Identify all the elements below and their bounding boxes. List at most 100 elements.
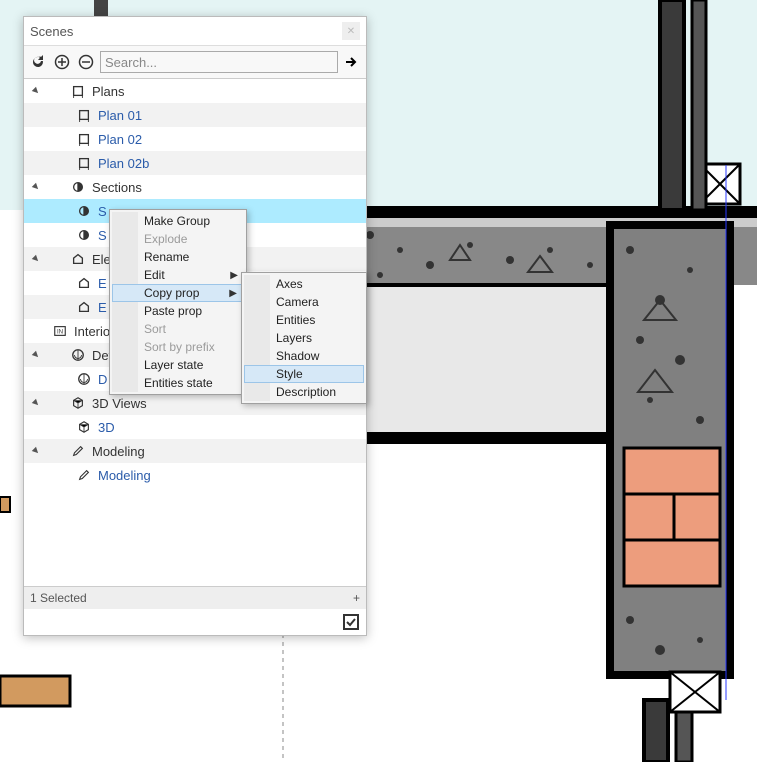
menu-item-explode: Explode bbox=[112, 230, 244, 248]
menu-item-label: Layers bbox=[276, 331, 312, 345]
apply-icon[interactable] bbox=[342, 613, 360, 631]
menu-item-label: Entities bbox=[276, 313, 315, 327]
menu-item-label: Rename bbox=[144, 250, 189, 264]
remove-icon[interactable] bbox=[76, 52, 96, 72]
menu-item-label: Axes bbox=[276, 277, 303, 291]
menu-item-entities[interactable]: Entities bbox=[244, 311, 364, 329]
menu-item-entities-state[interactable]: Entities state bbox=[112, 374, 244, 392]
menu-item-label: Paste prop bbox=[144, 304, 202, 318]
pencil-icon bbox=[70, 443, 86, 459]
svg-text:IN: IN bbox=[57, 329, 63, 336]
tree-group-sections[interactable]: Sections bbox=[24, 175, 366, 199]
refresh-icon[interactable] bbox=[28, 52, 48, 72]
section-icon bbox=[70, 179, 86, 195]
tree-item-label: Plan 01 bbox=[98, 108, 142, 123]
expand-arrow-icon[interactable] bbox=[30, 445, 42, 457]
menu-item-shadow[interactable]: Shadow bbox=[244, 347, 364, 365]
tree-item-label: D bbox=[98, 372, 107, 387]
tree-item-label: Modeling bbox=[98, 468, 151, 483]
tree-item[interactable]: Modeling bbox=[24, 463, 366, 487]
3d-icon bbox=[70, 395, 86, 411]
plan-icon bbox=[76, 155, 92, 171]
menu-item-label: Layer state bbox=[144, 358, 203, 372]
panel-header[interactable]: Scenes ✕ bbox=[24, 17, 366, 46]
tree-group-label: Modeling bbox=[92, 444, 145, 459]
add-icon[interactable] bbox=[52, 52, 72, 72]
menu-item-camera[interactable]: Camera bbox=[244, 293, 364, 311]
menu-item-layer-state[interactable]: Layer state bbox=[112, 356, 244, 374]
menu-item-label: Shadow bbox=[276, 349, 319, 363]
submenu-arrow-icon: ▶ bbox=[229, 288, 237, 299]
search-input[interactable]: Search... bbox=[100, 51, 338, 73]
menu-item-axes[interactable]: Axes bbox=[244, 275, 364, 293]
section-icon bbox=[76, 203, 92, 219]
tree-item-label: 3D bbox=[98, 420, 115, 435]
menu-item-label: Copy prop bbox=[144, 286, 199, 300]
menu-item-sort: Sort bbox=[112, 320, 244, 338]
menu-item-layers[interactable]: Layers bbox=[244, 329, 364, 347]
context-menu[interactable]: Make Group Explode Rename Edit ▶ Copy prop ▶ Pa… bbox=[109, 209, 247, 395]
tree-item[interactable]: Plan 02b bbox=[24, 151, 366, 175]
menu-item-description[interactable]: Description bbox=[244, 383, 364, 401]
elevation-icon bbox=[76, 275, 92, 291]
menu-item-label: Make Group bbox=[144, 214, 210, 228]
3d-icon bbox=[76, 419, 92, 435]
panel-title: Scenes bbox=[30, 24, 342, 39]
menu-item-paste-prop[interactable]: Paste prop bbox=[112, 302, 244, 320]
goto-icon[interactable] bbox=[342, 52, 362, 72]
search-placeholder: Search... bbox=[105, 55, 157, 70]
close-icon[interactable]: ✕ bbox=[342, 22, 360, 40]
status-plus[interactable]: + bbox=[353, 591, 360, 605]
tree-group-plans[interactable]: Plans bbox=[24, 79, 366, 103]
menu-item-label: Explode bbox=[144, 232, 187, 246]
menu-item-style[interactable]: Style bbox=[244, 365, 364, 383]
expand-arrow-icon[interactable] bbox=[30, 181, 42, 193]
expand-arrow-icon[interactable] bbox=[30, 397, 42, 409]
tree-item-label: Plan 02b bbox=[98, 156, 149, 171]
panel-footer bbox=[24, 609, 366, 635]
submenu-arrow-icon: ▶ bbox=[230, 270, 238, 281]
plan-icon bbox=[76, 107, 92, 123]
menu-item-label: Sort bbox=[144, 322, 166, 336]
menu-item-label: Sort by prefix bbox=[144, 340, 215, 354]
expand-arrow-icon[interactable] bbox=[30, 349, 42, 361]
tree-item-label: S bbox=[98, 228, 107, 243]
menu-item-sort-by-prefix: Sort by prefix bbox=[112, 338, 244, 356]
tree-item-label: Plan 02 bbox=[98, 132, 142, 147]
detail-icon bbox=[70, 347, 86, 363]
tree-group-label: Interio bbox=[74, 324, 110, 339]
elevation-icon bbox=[70, 251, 86, 267]
menu-item-make-group[interactable]: Make Group bbox=[112, 212, 244, 230]
menu-item-edit[interactable]: Edit ▶ bbox=[112, 266, 244, 284]
panel-toolbar: Search... bbox=[24, 46, 366, 79]
tree-item[interactable]: Plan 01 bbox=[24, 103, 366, 127]
menu-item-label: Edit bbox=[144, 268, 165, 282]
menu-item-copy-prop[interactable]: Copy prop ▶ bbox=[112, 284, 244, 302]
menu-item-label: Description bbox=[276, 385, 336, 399]
status-bar: 1 Selected + bbox=[24, 586, 366, 609]
menu-item-rename[interactable]: Rename bbox=[112, 248, 244, 266]
interior-icon: IN bbox=[52, 323, 68, 339]
pencil-icon bbox=[76, 467, 92, 483]
tree-item[interactable]: 3D bbox=[24, 415, 366, 439]
detail-icon bbox=[76, 371, 92, 387]
section-icon bbox=[76, 227, 92, 243]
tree-group-label: Sections bbox=[92, 180, 142, 195]
plan-icon bbox=[76, 131, 92, 147]
tree-group-label: 3D Views bbox=[92, 396, 147, 411]
menu-item-label: Camera bbox=[276, 295, 319, 309]
context-submenu-copy-prop[interactable]: Axes Camera Entities Layers Shadow Style Descr… bbox=[241, 272, 367, 404]
menu-item-label: Style bbox=[276, 367, 303, 381]
elevation-icon bbox=[76, 299, 92, 315]
tree-item-label: E bbox=[98, 300, 107, 315]
tree-item[interactable]: Plan 02 bbox=[24, 127, 366, 151]
menu-item-label: Entities state bbox=[144, 376, 213, 390]
tree-item-label: S bbox=[98, 204, 107, 219]
plan-icon bbox=[70, 83, 86, 99]
tree-group-label: Plans bbox=[92, 84, 125, 99]
selection-count: 1 Selected bbox=[30, 591, 87, 605]
expand-arrow-icon[interactable] bbox=[30, 85, 42, 97]
tree-item-label: E bbox=[98, 276, 107, 291]
tree-group-modeling[interactable]: Modeling bbox=[24, 439, 366, 463]
expand-arrow-icon[interactable] bbox=[30, 253, 42, 265]
